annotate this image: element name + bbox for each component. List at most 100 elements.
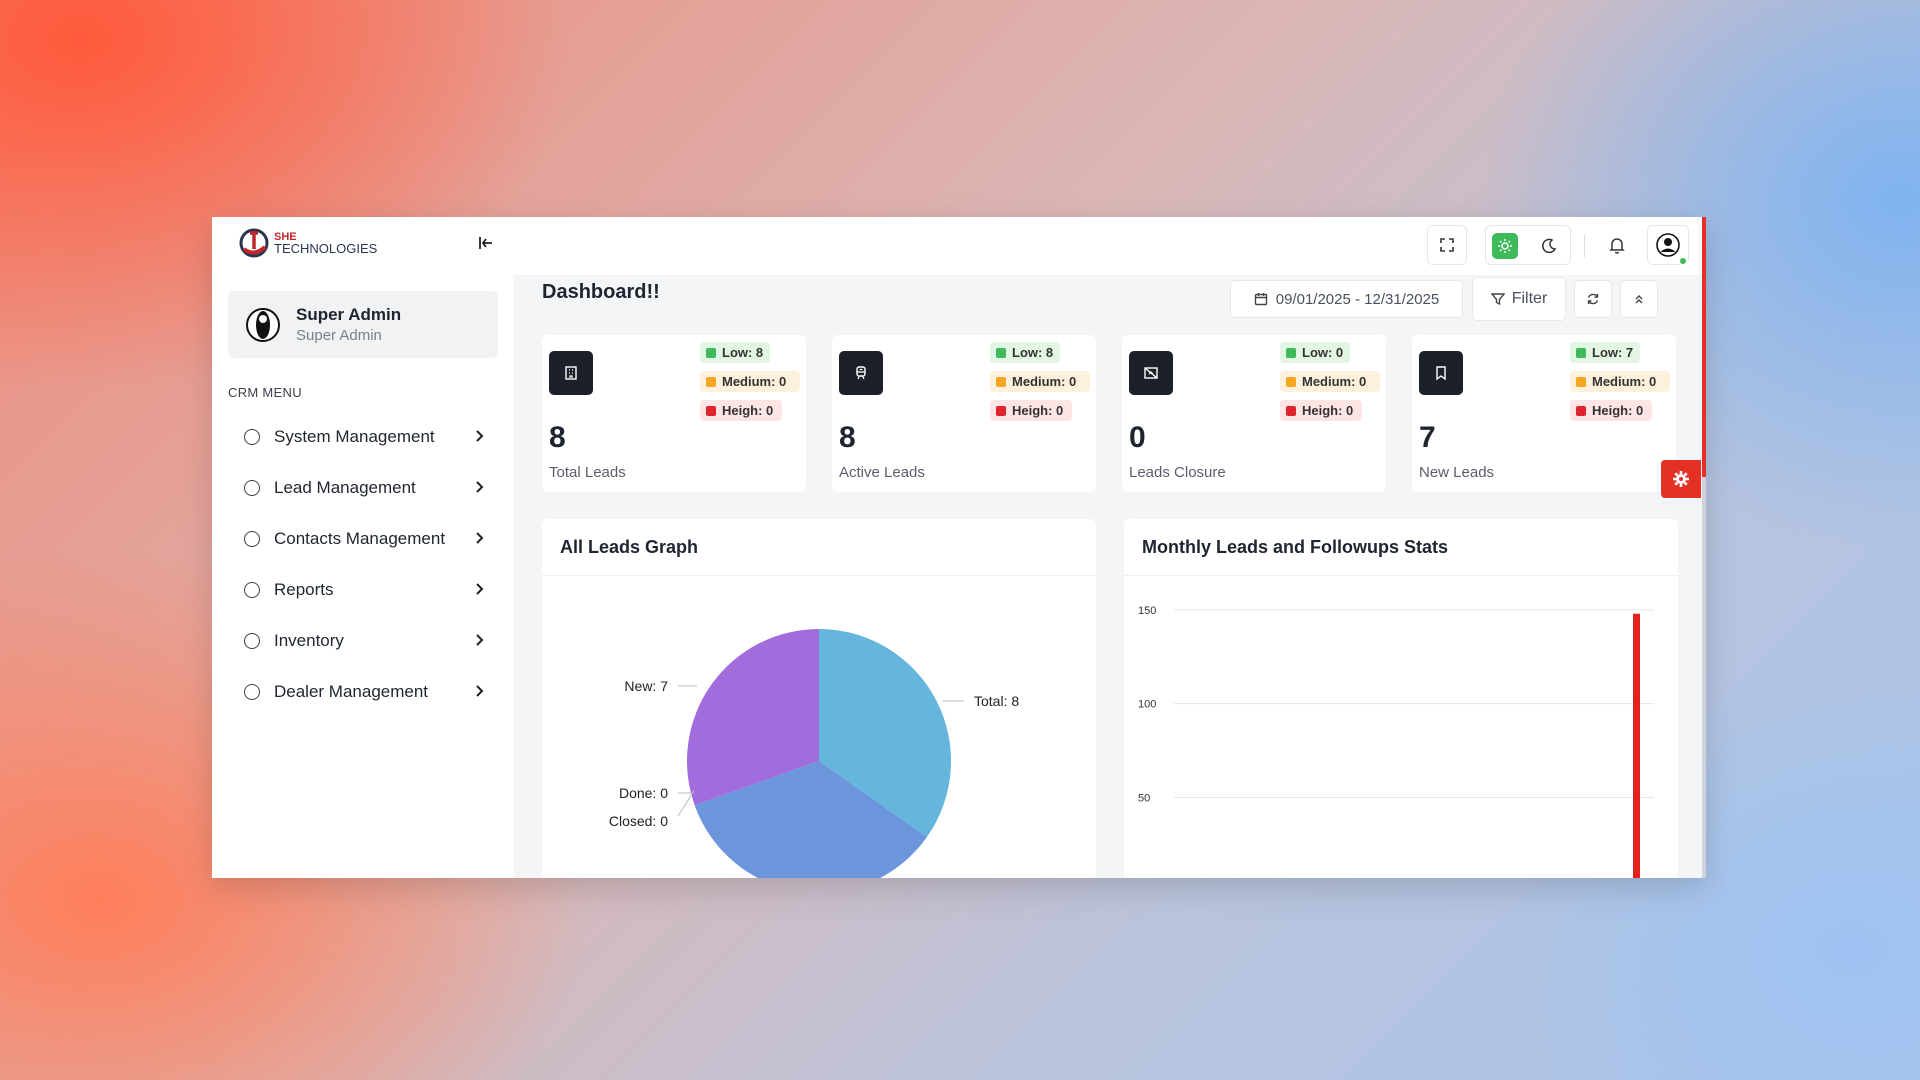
avatar (246, 307, 280, 342)
scrollbar-track[interactable] (1702, 217, 1706, 878)
pie-label-3: Closed: 0 (609, 813, 668, 829)
sidebar-item-reports[interactable]: Reports (236, 564, 498, 615)
bar-chart: 150 100 50 (1138, 605, 1654, 878)
stat-value: 8 (839, 421, 856, 454)
filter-icon (1490, 293, 1505, 306)
user-name: Super Admin (296, 305, 402, 324)
high-badge: Heigh: 0 (1280, 400, 1362, 421)
stat-card-leads-closure[interactable]: Low: 0 Medium: 0 Heigh: 0 0 Leads Closur… (1122, 335, 1386, 492)
sidebar-item-label: Lead Management (274, 477, 416, 497)
sidebar-item-inventory[interactable]: Inventory (236, 615, 498, 666)
filter-button[interactable]: Filter (1472, 277, 1566, 321)
high-badge: Heigh: 0 (1570, 400, 1652, 421)
calendar-icon (1254, 293, 1267, 306)
fullscreen-icon (1440, 238, 1454, 252)
header-divider (1584, 235, 1585, 257)
collapse-up-button[interactable] (1620, 280, 1658, 318)
menu-section-title: CRM MENU (228, 385, 302, 400)
panel-title: All Leads Graph (542, 519, 1096, 576)
theme-toggle (1485, 225, 1571, 265)
low-badge: Low: 8 (700, 342, 770, 363)
user-icon (1656, 233, 1680, 257)
stat-label: Leads Closure (1129, 464, 1226, 481)
circle-icon (244, 530, 260, 547)
date-range-text: 09/01/2025 - 12/31/2025 (1275, 290, 1440, 308)
bookmark-icon (1419, 351, 1463, 395)
sun-icon (1498, 239, 1512, 253)
app-window: SHE TECHNOLOGIES Super Admin Super Admin… (212, 217, 1706, 878)
user-menu-button[interactable] (1647, 225, 1689, 266)
y-tick-label-0: 150 (1138, 605, 1156, 617)
refresh-icon (1587, 293, 1599, 305)
refresh-button[interactable] (1574, 280, 1612, 318)
monthly-stats-panel: Monthly Leads and Followups Stats 150 100… (1124, 519, 1678, 878)
sidebar-item-dealer-management[interactable]: Dealer Management (236, 666, 498, 717)
sidebar-item-lead-management[interactable]: Lead Management (236, 462, 498, 513)
train-icon (839, 351, 883, 395)
stat-card-active-leads[interactable]: Low: 8 Medium: 0 Heigh: 0 8 Active Leads (832, 335, 1096, 492)
circle-icon (244, 479, 260, 496)
stat-label: Active Leads (839, 464, 925, 481)
chevron-right-icon (476, 634, 484, 646)
chevrons-up-icon (1635, 295, 1643, 304)
user-role: Super Admin (296, 327, 382, 344)
circle-icon (244, 428, 260, 445)
chevron-right-icon (476, 532, 484, 544)
filter-label: Filter (1511, 290, 1548, 307)
sidebar-item-label: Dealer Management (274, 681, 429, 701)
sidebar-item-label: Reports (274, 579, 334, 599)
chevron-right-icon (476, 685, 484, 697)
stat-value: 8 (549, 421, 566, 454)
y-tick-label-1: 100 (1138, 699, 1156, 711)
fullscreen-button[interactable] (1427, 225, 1467, 265)
low-badge: Low: 7 (1570, 342, 1640, 363)
all-leads-graph-panel: All Leads Graph Total: 8 New: 7 Done: 0 Clo… (542, 519, 1096, 878)
crm-menu: System Management Lead Management Contac… (236, 411, 498, 717)
bar-0[interactable] (1633, 613, 1640, 878)
high-badge: Heigh: 0 (700, 400, 782, 421)
medium-badge: Medium: 0 (700, 371, 800, 392)
sidebar-item-system-management[interactable]: System Management (236, 411, 498, 462)
pie-label-0: Total: 8 (974, 693, 1019, 709)
light-mode-button[interactable] (1492, 233, 1518, 259)
circle-icon (244, 632, 260, 649)
date-range-picker[interactable]: 09/01/2025 - 12/31/2025 (1230, 280, 1463, 318)
sidebar-item-label: Inventory (274, 630, 344, 650)
user-profile-card[interactable]: Super Admin Super Admin (228, 291, 498, 358)
stat-card-new-leads[interactable]: Low: 7 Medium: 0 Heigh: 0 7 New Leads (1412, 335, 1676, 492)
stat-value: 0 (1129, 421, 1146, 454)
bell-icon (1609, 238, 1625, 254)
top-header (514, 217, 1702, 275)
y-tick-label-2: 50 (1138, 792, 1150, 804)
pie-label-2: Done: 0 (619, 785, 668, 801)
sidebar-item-label: System Management (274, 426, 435, 446)
sidebar-item-contacts-management[interactable]: Contacts Management (236, 513, 498, 564)
low-badge: Low: 8 (990, 342, 1060, 363)
stat-value: 7 (1419, 421, 1436, 454)
online-status-dot (1678, 256, 1688, 266)
stat-label: New Leads (1419, 464, 1495, 481)
collapse-sidebar-icon[interactable] (474, 231, 498, 255)
brand-line-2: TECHNOLOGIES (274, 241, 378, 256)
chevron-right-icon (476, 583, 484, 595)
she-logo-icon (238, 227, 270, 259)
pie-label-1: New: 7 (624, 678, 668, 694)
building-icon (549, 351, 593, 395)
moon-icon (1542, 238, 1557, 254)
low-badge: Low: 0 (1280, 342, 1350, 363)
medium-badge: Medium: 0 (1280, 371, 1380, 392)
stat-card-total-leads[interactable]: Low: 8 Medium: 0 Heigh: 0 8 Total Leads (542, 335, 806, 492)
sidebar-item-label: Contacts Management (274, 528, 446, 548)
settings-button[interactable] (1661, 460, 1701, 498)
pie-label-line-3 (677, 790, 695, 817)
brand-logo[interactable]: SHE TECHNOLOGIES (238, 227, 377, 259)
circle-icon (244, 581, 260, 598)
scrollbar-thumb[interactable] (1702, 477, 1706, 878)
chevron-right-icon (476, 430, 484, 442)
main-content: Dashboard!! 09/01/2025 - 12/31/2025 Filt… (514, 275, 1702, 878)
dark-mode-button[interactable] (1536, 233, 1562, 259)
circle-icon (244, 683, 260, 700)
notifications-button[interactable] (1597, 225, 1637, 265)
sidebar: SHE TECHNOLOGIES Super Admin Super Admin… (212, 217, 514, 878)
chevron-right-icon (476, 481, 484, 493)
